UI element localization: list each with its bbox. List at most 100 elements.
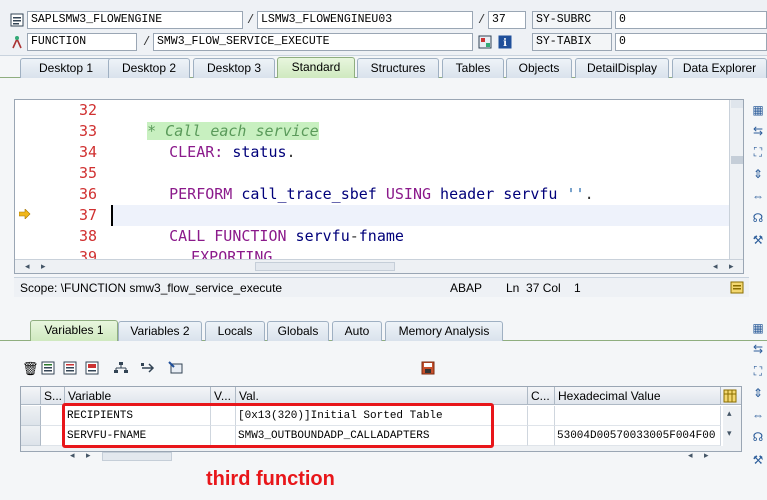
save-icon[interactable] [420, 361, 436, 377]
tab-standard[interactable]: Standard [277, 57, 355, 78]
tab-tables[interactable]: Tables [442, 58, 504, 78]
event-type-field[interactable]: FUNCTION [27, 33, 137, 51]
scroll-left-icon[interactable]: ◂ [688, 450, 693, 461]
scroll-thumb[interactable] [731, 156, 743, 164]
swap-icon[interactable]: ⇆ [750, 341, 766, 357]
scroll-right-icon[interactable]: ▸ [86, 450, 91, 461]
tab-desktop-3[interactable]: Desktop 3 [193, 58, 275, 78]
editor-status-bar: Scope: \FUNCTION smw3_flow_service_execu… [14, 277, 749, 297]
scroll-thumb[interactable] [102, 452, 172, 461]
horizontal-split-icon[interactable]: ⇔ [750, 188, 766, 204]
separator-slash: / [247, 13, 255, 27]
cell-hex[interactable] [555, 406, 721, 426]
include-field[interactable]: LSMW3_FLOWENGINEU03 [257, 11, 473, 29]
maximize-icon[interactable]: ⛶ [750, 363, 766, 379]
scroll-up-icon[interactable] [731, 100, 743, 108]
variables-grid[interactable]: S... Variable V... Val. C... Hexadecimal… [20, 386, 742, 452]
scroll-down-icon[interactable]: ▾ [727, 428, 732, 439]
source-code-editor[interactable]: 32 33 34 35 36 37 38 39 * Call each serv… [14, 99, 744, 274]
row-selector[interactable] [21, 426, 41, 446]
tab-detaildisplay[interactable]: DetailDisplay [575, 58, 669, 78]
code-keyword: PERFORM [169, 185, 233, 203]
cell-value[interactable]: [0x13(320)]Initial Sorted Table [236, 406, 528, 426]
grid-horizontal-scroll-controls[interactable]: ◂ ▸ ◂ ▸ [60, 450, 742, 462]
cell-s[interactable] [41, 406, 65, 426]
tab-memory-analysis[interactable]: Memory Analysis [385, 321, 503, 341]
table-row[interactable]: RECIPIENTS [0x13(320)]Initial Sorted Tab… [21, 406, 721, 426]
editor-horizontal-scrollbar[interactable]: ◂ ▸ ◂ ▸ [15, 259, 743, 273]
cell-variable[interactable]: SERVFU-FNAME [65, 426, 211, 446]
layout-icon[interactable]: ▦ [750, 320, 766, 336]
info-icon[interactable]: i [498, 35, 512, 49]
program-icon [10, 13, 24, 27]
tab-locals[interactable]: Locals [205, 321, 265, 341]
cell-v[interactable] [211, 406, 236, 426]
scroll-thumb[interactable] [255, 262, 395, 271]
column-header-select[interactable] [21, 387, 41, 405]
sysvar1-value-field[interactable]: 0 [615, 11, 767, 29]
cell-variable[interactable]: RECIPIENTS [65, 406, 211, 426]
tab-auto[interactable]: Auto [332, 321, 382, 341]
column-header-value[interactable]: Val. [236, 387, 528, 405]
sysvar1-name-field[interactable]: SY-SUBRC [532, 11, 612, 29]
scroll-up-icon[interactable]: ▴ [727, 408, 732, 419]
column-header-s[interactable]: S... [41, 387, 65, 405]
cell-s[interactable] [41, 426, 65, 446]
tab-desktop-1[interactable]: Desktop 1 [20, 58, 112, 78]
settings-icon[interactable] [730, 280, 744, 294]
hierarchy-icon[interactable] [113, 361, 129, 377]
layout-icon[interactable]: ▦ [750, 102, 766, 118]
row-selector[interactable] [21, 406, 41, 426]
watchpoint-icon[interactable] [168, 361, 184, 377]
scroll-left-icon[interactable]: ◂ [713, 261, 718, 272]
scroll-right-icon[interactable]: ▸ [729, 261, 734, 272]
cell-c[interactable] [528, 406, 555, 426]
cell-v[interactable] [211, 426, 236, 446]
program-field[interactable]: SAPLSMW3_FLOWENGINE [27, 11, 243, 29]
cell-value[interactable]: SMW3_OUTBOUNDADP_CALLADAPTERS [236, 426, 528, 446]
display-source-icon[interactable] [478, 35, 492, 49]
scroll-left-icon[interactable]: ◂ [25, 261, 30, 272]
save-variables-icon[interactable] [84, 361, 100, 377]
tab-variables-2[interactable]: Variables 2 [118, 321, 202, 341]
scroll-left-icon[interactable]: ◂ [70, 450, 75, 461]
column-header-hex[interactable]: Hexadecimal Value [555, 387, 721, 405]
column-header-c[interactable]: C... [528, 387, 555, 405]
event-name-field[interactable]: SMW3_FLOW_SERVICE_EXECUTE [153, 33, 473, 51]
editor-gutter[interactable] [15, 100, 37, 260]
sysvar2-value-field[interactable]: 0 [615, 33, 767, 51]
column-header-v[interactable]: V... [211, 387, 236, 405]
tools-icon[interactable]: ⚒ [750, 232, 766, 248]
line-field[interactable]: 37 [488, 11, 526, 29]
code-keyword: USING [376, 185, 432, 203]
headset-icon[interactable]: ☊ [750, 429, 766, 445]
tools-icon[interactable]: ⚒ [750, 452, 766, 468]
change-icon[interactable] [62, 361, 78, 377]
tab-variables-1[interactable]: Variables 1 [30, 320, 118, 341]
column-header-variable[interactable]: Variable [65, 387, 211, 405]
table-row[interactable]: SERVFU-FNAME SMW3_OUTBOUNDADP_CALLADAPTE… [21, 426, 721, 446]
separator-slash: / [478, 13, 486, 27]
cell-c[interactable] [528, 426, 555, 446]
horizontal-split-icon[interactable]: ⇔ [750, 407, 766, 423]
tab-objects[interactable]: Objects [506, 58, 572, 78]
navigate-icon[interactable] [140, 361, 156, 377]
swap-icon[interactable]: ⇆ [750, 123, 766, 139]
vertical-split-icon[interactable]: ⇕ [750, 385, 766, 401]
tab-globals[interactable]: Globals [267, 321, 329, 341]
scroll-right-icon[interactable]: ▸ [704, 450, 709, 461]
sysvar2-name-field[interactable]: SY-TABIX [532, 33, 612, 51]
column-config-icon[interactable] [723, 389, 737, 403]
maximize-icon[interactable]: ⛶ [750, 144, 766, 160]
tab-structures[interactable]: Structures [357, 58, 439, 78]
cell-hex[interactable]: 53004D00570033005F004F00 [555, 426, 721, 446]
tab-data-explorer[interactable]: Data Explorer [672, 58, 767, 78]
vertical-split-icon[interactable]: ⇕ [750, 166, 766, 182]
tab-desktop-2[interactable]: Desktop 2 [108, 58, 190, 78]
grid-vertical-scrollbar[interactable]: ▴ ▾ [723, 406, 741, 446]
details-icon[interactable] [40, 361, 56, 377]
headset-icon[interactable]: ☊ [750, 210, 766, 226]
delete-icon[interactable]: 🗑 [22, 361, 39, 377]
editor-vertical-scrollbar[interactable] [729, 100, 743, 260]
scroll-right-icon[interactable]: ▸ [41, 261, 46, 272]
